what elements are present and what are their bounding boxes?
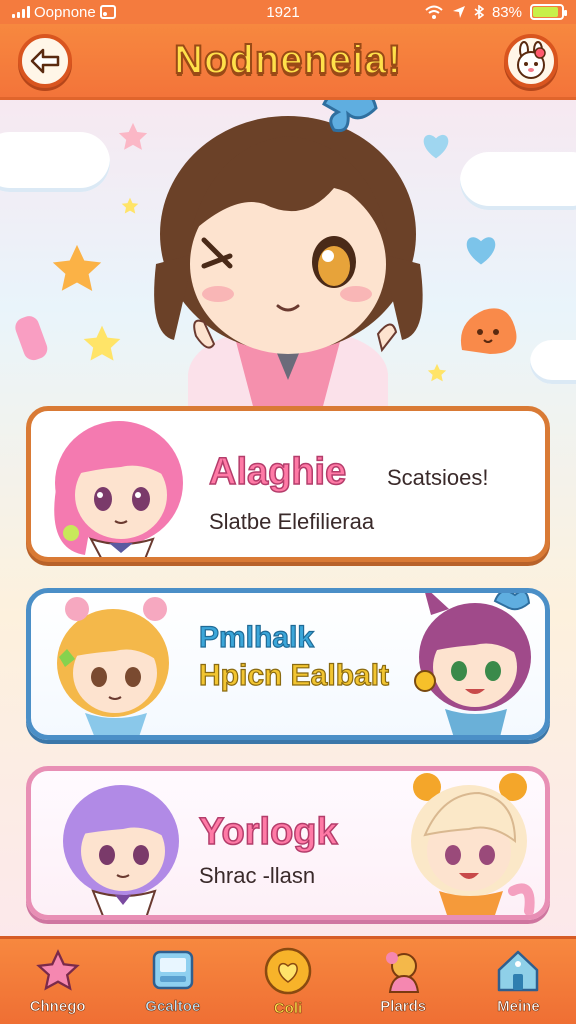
card-status: Scatsioes! [387,465,489,490]
nav-item-coli[interactable]: Coli [230,939,345,1024]
cloud-decoration [460,152,576,210]
cast-icon [99,5,116,19]
bluetooth-icon [474,5,484,19]
pink-hair-character-avatar [54,421,183,557]
page-title: Nodneneia! [173,37,402,83]
card-name: Alaghie [208,450,347,494]
nav-label: Plards [380,998,427,1016]
cloud-decoration [0,132,110,192]
card-subtitle: Shrac -llasn [199,863,316,888]
nav-label: Coli [273,1000,303,1018]
nav-item-meine[interactable]: Meine [461,939,576,1024]
lilac-hair-character-avatar [63,785,179,915]
blonde-character-avatar [57,597,169,735]
back-button[interactable] [18,34,72,88]
heart-icon [466,237,496,265]
bunny-avatar-icon [517,41,546,79]
nav-item-plards[interactable]: Plards [346,939,461,1024]
profile-button[interactable] [504,34,558,88]
wifi-icon [425,5,443,19]
carrier-name: Oopnone [34,3,96,21]
card-name-line1: Pmlhalk [198,620,315,654]
nav-label: Meine [497,998,540,1016]
candy-icon [15,316,48,361]
star-icon [52,244,102,291]
bottom-navigation: Chnego Gcaltoe Coli Plards Meine [0,936,576,1024]
card-name-line2: Hpicn Ealbalt [198,658,390,692]
status-time: 1921 [266,3,300,21]
signal-icon [12,6,30,18]
heart-icon [264,947,312,995]
cloud-decoration [530,340,576,384]
character-card-yorlogk[interactable]: Yorlogk Shrac -llasn [26,766,550,920]
location-icon [452,6,465,18]
cream-hair-character-avatar [411,773,535,915]
star-icon [35,949,80,991]
status-bar: Oopnone 1921 83% [0,0,576,24]
back-arrow-icon [30,48,60,74]
battery-icon [530,4,567,20]
character-icon [386,952,420,993]
hero-banner [0,100,576,410]
nav-label: Gcaltoe [145,998,201,1016]
screen-icon [152,950,194,990]
blob-mascot-icon [460,308,517,354]
nav-item-gcaltoe[interactable]: Gcaltoe [115,939,230,1024]
carrier: Oopnone [12,4,172,21]
star-icon [83,325,121,361]
character-card-pmlhalk[interactable]: Pmlhalk Hpicn Ealbalt [26,588,550,740]
character-card-alaghie[interactable]: Alaghie Scatsioes! Slatbe Elefilieraa [26,406,550,562]
main-character-illustration [154,100,423,410]
app-header: Nodneneia! [0,24,576,100]
nav-item-chnego[interactable]: Chnego [0,939,115,1024]
purple-hair-character-avatar [414,593,531,735]
house-icon [498,950,539,992]
nav-label: Chnego [29,998,86,1016]
battery-percent: 83% [491,3,522,21]
card-subtitle: Slatbe Elefilieraa [209,509,375,534]
card-name: Yorlogk [198,810,338,854]
